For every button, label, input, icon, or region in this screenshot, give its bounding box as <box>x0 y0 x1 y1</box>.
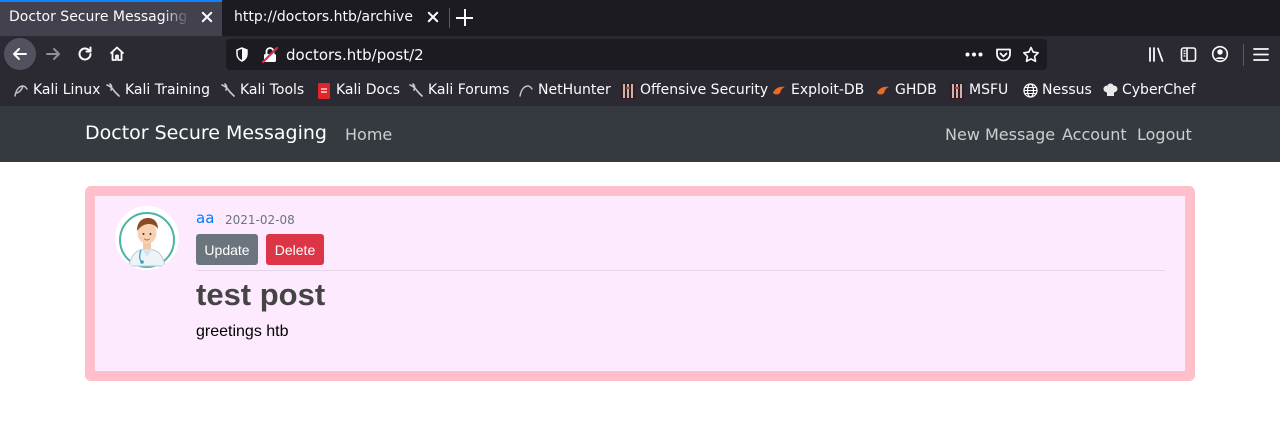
pocket-icon[interactable] <box>995 46 1012 63</box>
bookmark-ghdb[interactable]: GHDB <box>876 81 937 99</box>
nav-home-link[interactable]: Home <box>345 125 392 144</box>
tab-bar: Doctor Secure Messaging - t http://docto… <box>0 0 1280 36</box>
nethunter-icon <box>519 83 533 97</box>
offsec-icon <box>950 83 964 99</box>
bookmark-kali-training[interactable]: Kali Training <box>106 81 210 99</box>
new-tab-plus-icon[interactable] <box>455 8 475 28</box>
update-button[interactable]: Update <box>196 234 258 265</box>
account-icon[interactable] <box>1211 45 1229 63</box>
bookmark-kali-linux[interactable]: Kali Linux <box>14 81 100 99</box>
post-card: aa 2021-02-08 Update Delete test post gr… <box>85 186 1195 381</box>
hamburger-menu-icon[interactable] <box>1253 47 1269 62</box>
post-body: greetings htb <box>196 323 289 340</box>
kali-docs-icon <box>317 83 331 99</box>
site-navbar: Doctor Secure Messaging Home New Message… <box>0 106 1280 162</box>
tab-separator <box>449 8 450 28</box>
library-icon[interactable] <box>1148 46 1166 63</box>
forward-button[interactable] <box>37 38 69 70</box>
nav-logout-link[interactable]: Logout <box>1137 125 1192 144</box>
bookmark-kali-docs[interactable]: Kali Docs <box>317 81 400 99</box>
close-tab-icon[interactable] <box>426 10 440 24</box>
home-button[interactable] <box>101 38 133 70</box>
tab-doctor-secure-messaging[interactable]: Doctor Secure Messaging - t <box>0 0 222 36</box>
url-text[interactable]: doctors.htb/post/2 <box>286 46 424 64</box>
exploitdb-icon <box>772 83 786 97</box>
divider <box>196 270 1165 271</box>
exploitdb-icon <box>876 83 890 97</box>
doctor-avatar-icon <box>116 207 178 269</box>
delete-button[interactable]: Delete <box>266 234 324 265</box>
site-brand-link[interactable]: Doctor Secure Messaging <box>85 122 327 144</box>
bookmark-cyberchef[interactable]: CyberChef <box>1103 81 1196 99</box>
bookmark-nethunter[interactable]: NetHunter <box>519 81 611 99</box>
insecure-lock-icon[interactable] <box>261 46 279 64</box>
nav-new-message-link[interactable]: New Message <box>945 125 1055 144</box>
kali-dragon-icon <box>106 83 120 97</box>
nav-account-link[interactable]: Account <box>1062 125 1127 144</box>
kali-dragon-icon <box>221 83 235 97</box>
arrow-left-icon <box>13 48 27 60</box>
post-title: test post <box>196 277 326 312</box>
toolbar-separator <box>1243 44 1244 66</box>
author-avatar <box>115 206 179 270</box>
tab-title: http://doctors.htb/archive <box>234 9 413 25</box>
browser-toolbar: doctors.htb/post/2 <box>0 36 1280 74</box>
globe-icon <box>1023 83 1038 98</box>
arrow-right-icon <box>46 48 60 60</box>
bookmark-msfu[interactable]: MSFU <box>950 81 1008 99</box>
address-bar[interactable]: doctors.htb/post/2 <box>226 39 1047 70</box>
bookmark-exploit-db[interactable]: Exploit-DB <box>772 81 864 99</box>
close-tab-icon[interactable] <box>200 10 214 24</box>
bookmark-offensive-security[interactable]: Offensive Security <box>621 81 768 99</box>
more-actions-icon[interactable] <box>965 52 983 57</box>
bookmark-kali-tools[interactable]: Kali Tools <box>221 81 304 99</box>
reload-button[interactable] <box>69 38 101 70</box>
bookmarks-toolbar: Kali Linux Kali Training Kali Tools Kali… <box>0 74 1280 106</box>
reload-icon <box>78 46 92 61</box>
bookmark-star-icon[interactable] <box>1022 46 1040 63</box>
post-date: 2021-02-08 <box>225 213 295 227</box>
sidebar-icon[interactable] <box>1180 46 1197 63</box>
back-button[interactable] <box>4 38 36 70</box>
kali-dragon-icon <box>14 83 28 97</box>
tab-title: Doctor Secure Messaging - t <box>9 9 190 25</box>
kali-dragon-icon <box>409 83 423 97</box>
shield-icon[interactable] <box>235 47 249 62</box>
bookmark-kali-forums[interactable]: Kali Forums <box>409 81 509 99</box>
chef-hat-icon <box>1103 83 1118 97</box>
bookmark-nessus[interactable]: Nessus <box>1023 81 1092 99</box>
tab-archive[interactable]: http://doctors.htb/archive <box>222 0 448 36</box>
home-icon <box>109 46 125 61</box>
offsec-icon <box>621 83 635 99</box>
post-author-link[interactable]: aa <box>196 209 214 227</box>
